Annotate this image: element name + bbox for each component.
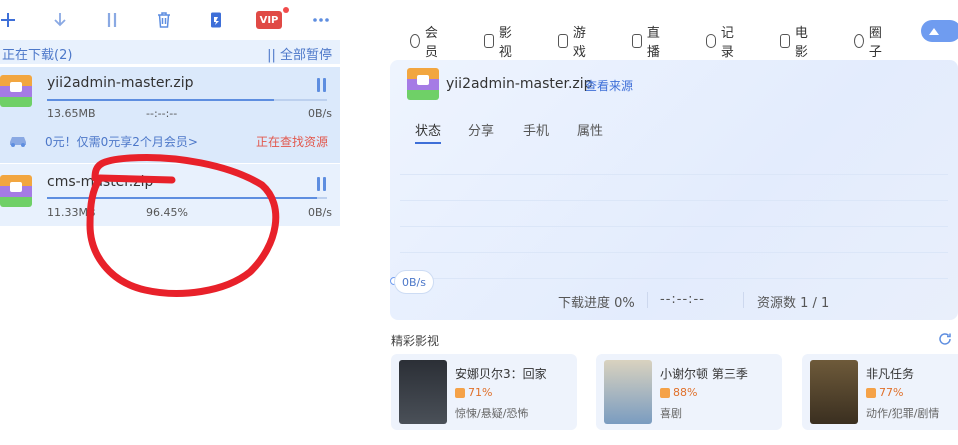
progress-percent: 96.45% <box>146 206 188 219</box>
nav-item-games[interactable]: 游戏 <box>558 22 590 60</box>
trophy-icon <box>866 387 876 398</box>
time-remaining: --:--:-- <box>660 292 705 307</box>
video-title: 非凡任务 <box>866 367 915 381</box>
nav-item-movie[interactable]: 电影 <box>780 22 812 60</box>
chart-gridline <box>400 200 948 201</box>
section-title: 正在下载(2) <box>2 48 73 63</box>
poster-image <box>399 360 447 424</box>
zip-file-icon <box>0 75 32 107</box>
file-name: cms-master.zip <box>47 174 154 190</box>
chart-gridline <box>400 174 948 175</box>
download-list: 正在下载(2) || 全部暂停 yii2admin-master.zip 13.… <box>0 40 340 445</box>
refresh-icon[interactable] <box>938 332 952 346</box>
poster-image <box>810 360 858 424</box>
vip-icon[interactable]: VIP <box>256 11 282 29</box>
video-title: 小谢尔顿 第三季 <box>660 367 748 381</box>
chart-gridline <box>400 226 948 227</box>
score-value: 71% <box>468 386 493 399</box>
featured-title: 精彩影视 <box>391 334 440 348</box>
phone-icon[interactable] <box>202 6 230 34</box>
file-size: 13.65MB <box>47 107 96 120</box>
gamepad-icon <box>558 34 568 48</box>
nav-label: 影视 <box>498 26 512 60</box>
status-text: 正在查找资源 <box>255 135 328 149</box>
nav-item-records[interactable]: 记录 <box>706 22 738 60</box>
notification-dot <box>283 7 289 13</box>
nav-label: 直播 <box>646 26 660 60</box>
add-icon[interactable] <box>0 6 22 34</box>
tab-mobile[interactable]: 手机 <box>523 120 549 139</box>
diamond-icon <box>410 34 420 48</box>
speed-badge: 0B/s <box>394 270 434 294</box>
download-item[interactable]: yii2admin-master.zip 13.65MB --:--:-- 0B… <box>0 67 340 163</box>
pause-all-button[interactable]: || 全部暂停 <box>267 44 332 63</box>
detail-panel: yii2admin-master.zip 查看来源 状态 分享 手机 属性 0B… <box>390 60 958 320</box>
nav-label: 会员 <box>424 26 438 60</box>
score-value: 77% <box>879 386 904 399</box>
tab-status[interactable]: 状态 <box>415 120 442 144</box>
video-title: 安娜贝尔3：回家 <box>455 367 547 381</box>
download-item[interactable]: cms-master.zip 11.33MB 96.45% 0B/s <box>0 164 340 226</box>
divider <box>743 292 744 308</box>
video-card[interactable]: 非凡任务 77% 动作/犯罪/剧情 <box>802 354 958 430</box>
download-progress: 下载进度 0% <box>558 296 635 311</box>
tab-properties[interactable]: 属性 <box>577 120 603 139</box>
download-speed: 0B/s <box>308 206 332 219</box>
video-card[interactable]: 小谢尔顿 第三季 88% 喜剧 <box>596 354 782 430</box>
file-name: yii2admin-master.zip <box>47 75 194 91</box>
video-genre: 动作/犯罪/剧情 <box>866 407 940 420</box>
cloud-icon <box>706 34 716 48</box>
nav-item-live[interactable]: 直播 <box>632 22 664 60</box>
download-speed: 0B/s <box>308 107 332 120</box>
trophy-icon <box>660 387 670 398</box>
nav-label: 圈子 <box>868 26 882 60</box>
video-score: 88% <box>660 386 697 399</box>
triangle-icon <box>929 27 939 35</box>
circle-icon <box>854 34 864 48</box>
detail-file-name: yii2admin-master.zip <box>446 76 593 92</box>
vip-promo-link[interactable]: 0元！仅需0元享2个月会员> <box>45 133 198 150</box>
chart-gridline <box>400 278 948 279</box>
source-count: 资源数 1 / 1 <box>757 296 830 311</box>
film-icon <box>484 34 494 48</box>
nav-label: 电影 <box>794 26 808 60</box>
nav-item-circle[interactable]: 圈子 <box>854 22 886 60</box>
video-card[interactable]: 安娜贝尔3：回家 71% 惊悚/悬疑/恐怖 <box>391 354 577 430</box>
pause-icon[interactable] <box>98 6 126 34</box>
section-header: 正在下载(2) || 全部暂停 <box>0 40 340 64</box>
chart-gridline <box>400 252 948 253</box>
download-icon[interactable] <box>46 6 74 34</box>
zip-file-icon <box>407 68 439 100</box>
camera-icon <box>780 34 790 48</box>
video-score: 77% <box>866 386 903 399</box>
score-value: 88% <box>673 386 698 399</box>
tab-share[interactable]: 分享 <box>468 120 494 139</box>
tv-icon <box>632 34 642 48</box>
progress-bar <box>47 99 327 101</box>
zip-file-icon <box>0 175 32 207</box>
divider <box>647 292 648 308</box>
pause-icon[interactable] <box>315 177 329 191</box>
remaining-time: --:--:-- <box>146 107 178 120</box>
pause-icon[interactable] <box>315 78 329 92</box>
delete-icon[interactable] <box>150 6 178 34</box>
trophy-icon <box>455 387 465 398</box>
nav-label: 游戏 <box>572 26 586 60</box>
progress-bar <box>47 197 327 199</box>
view-source-link[interactable]: 查看来源 <box>585 77 633 94</box>
nav-item-video[interactable]: 影视 <box>484 22 516 60</box>
more-icon[interactable] <box>307 6 335 34</box>
upload-button[interactable] <box>921 20 958 42</box>
car-icon <box>10 137 26 147</box>
video-genre: 喜剧 <box>660 407 682 420</box>
file-size: 11.33MB <box>47 206 96 219</box>
poster-image <box>604 360 652 424</box>
video-score: 71% <box>455 386 492 399</box>
nav-item-vip[interactable]: 会员 <box>410 22 442 60</box>
nav-label: 记录 <box>720 26 734 60</box>
toolbar: VIP <box>0 0 340 40</box>
video-genre: 惊悚/悬疑/恐怖 <box>455 407 529 420</box>
